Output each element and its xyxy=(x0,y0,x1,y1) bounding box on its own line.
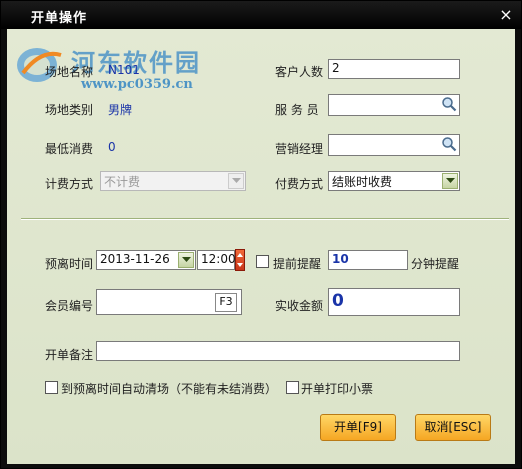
sales-manager-input[interactable] xyxy=(328,134,460,156)
dialog-body: 河东软件园 www.pc0359.cn 场地名称 N101 场地类别 男牌 最低… xyxy=(7,29,515,464)
guest-count-label: 客户人数 xyxy=(275,65,324,79)
billing-mode-value: 不计费 xyxy=(104,175,141,189)
guest-count-input[interactable]: 2 xyxy=(328,59,460,79)
cancel-button[interactable]: 取消[ESC] xyxy=(415,414,491,441)
remind-minutes-input[interactable]: 10 xyxy=(328,250,408,270)
search-icon[interactable] xyxy=(441,96,457,112)
min-spend-value: 0 xyxy=(108,140,116,154)
sales-manager-label: 营销经理 xyxy=(275,142,324,156)
received-amount-label: 实收金额 xyxy=(275,299,324,313)
section-divider xyxy=(21,218,509,220)
venue-name-label: 场地名称 xyxy=(45,65,94,79)
billing-mode-label: 计费方式 xyxy=(45,177,94,191)
window-title: 开单操作 xyxy=(31,11,88,26)
member-lookup-button[interactable]: F3 xyxy=(215,293,237,312)
waiter-label: 服 务 员 xyxy=(275,103,319,117)
member-no-label: 会员编号 xyxy=(45,299,94,313)
close-button[interactable]: × xyxy=(497,6,515,24)
leave-date-picker[interactable]: 2013-11-26 xyxy=(96,250,196,270)
member-no-input[interactable]: F3 xyxy=(96,289,242,315)
print-ticket-label: 开单打印小票 xyxy=(301,382,374,396)
billing-mode-select[interactable]: 不计费 xyxy=(100,171,246,191)
payment-mode-value: 结账时收费 xyxy=(332,175,393,189)
payment-mode-select[interactable]: 结账时收费 xyxy=(328,171,460,191)
received-amount-input[interactable]: 0 xyxy=(328,288,460,316)
venue-type-value: 男牌 xyxy=(108,103,133,117)
venue-type-label: 场地类别 xyxy=(45,103,94,117)
chevron-down-icon[interactable] xyxy=(442,173,458,189)
chevron-down-icon[interactable] xyxy=(228,173,244,189)
search-icon[interactable] xyxy=(441,136,457,152)
spinner-arrows-icon xyxy=(237,253,243,267)
guest-count-value: 2 xyxy=(332,61,340,75)
remark-input[interactable] xyxy=(96,341,460,361)
open-order-button[interactable]: 开单[F9] xyxy=(320,414,396,441)
leave-time-value: 12:00 xyxy=(201,252,236,266)
chevron-down-icon[interactable] xyxy=(178,252,194,268)
auto-clear-label: 到预离时间自动清场（不能有未结消费） xyxy=(61,382,278,396)
leave-time-input[interactable]: 12:00 xyxy=(197,250,236,270)
time-spinner[interactable] xyxy=(235,249,245,271)
watermark-url: www.pc0359.cn xyxy=(81,77,193,92)
remind-checkbox[interactable] xyxy=(256,255,269,268)
title-bar: 开单操作 × xyxy=(1,1,521,29)
remind-unit-label: 分钟提醒 xyxy=(411,257,460,271)
remark-label: 开单备注 xyxy=(45,348,94,362)
remind-label: 提前提醒 xyxy=(273,257,322,271)
remind-minutes-value: 10 xyxy=(332,252,349,266)
payment-mode-label: 付费方式 xyxy=(275,177,324,191)
venue-name-value: N101 xyxy=(108,63,140,77)
open-order-window: 开单操作 × 河东软件园 www.pc0359.cn 场地名称 N101 场地类… xyxy=(0,0,522,469)
leave-date-value: 2013-11-26 xyxy=(100,252,170,266)
print-ticket-checkbox[interactable] xyxy=(286,381,299,394)
waiter-input[interactable] xyxy=(328,94,460,116)
min-spend-label: 最低消费 xyxy=(45,142,94,156)
leave-time-label: 预离时间 xyxy=(45,257,94,271)
auto-clear-checkbox[interactable] xyxy=(45,381,58,394)
received-amount-value: 0 xyxy=(332,291,344,311)
